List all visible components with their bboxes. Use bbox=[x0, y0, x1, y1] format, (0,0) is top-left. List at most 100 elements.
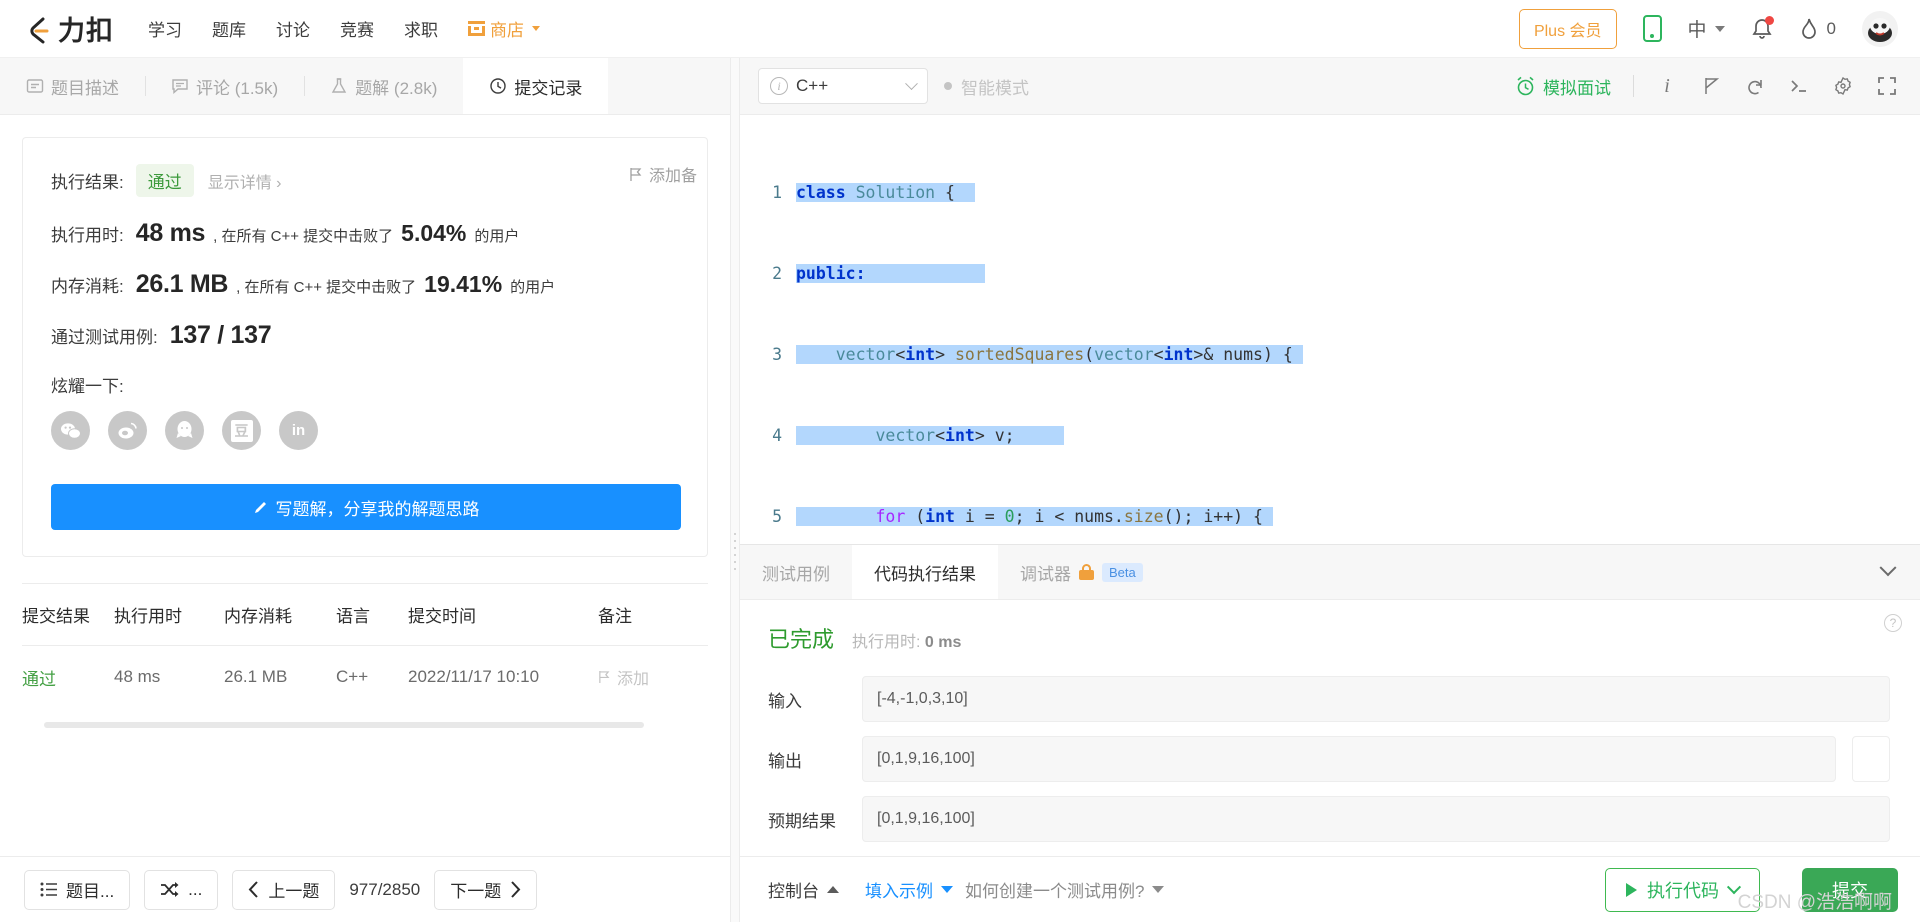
console-tab-testcase[interactable]: 测试用例 bbox=[740, 545, 852, 599]
line-number: 2 bbox=[772, 264, 782, 283]
nav-item-problems[interactable]: 题库 bbox=[212, 16, 246, 41]
tab-description[interactable]: 题目描述 bbox=[0, 58, 145, 114]
memory-tail-text: 的用户 bbox=[510, 279, 556, 296]
code-token: ( bbox=[1084, 345, 1095, 364]
tab-submissions-label: 提交记录 bbox=[514, 78, 583, 98]
code-line: 5 for (int i = 0; i < nums.size(); i++) … bbox=[740, 503, 1920, 530]
cell-add-note[interactable]: 添加 bbox=[598, 665, 708, 689]
console-tab-result[interactable]: 代码执行结果 bbox=[852, 545, 998, 599]
console-collapse-button[interactable] bbox=[1879, 545, 1920, 599]
alarm-clock-icon bbox=[1517, 76, 1534, 96]
line-number: 3 bbox=[772, 345, 782, 364]
splitter-grip bbox=[734, 533, 736, 571]
logo[interactable]: 力扣 bbox=[24, 9, 114, 48]
code-token: < bbox=[935, 426, 946, 445]
header-actions: Plus 会员 中 0 bbox=[1518, 8, 1898, 49]
linkedin-share-icon[interactable]: in bbox=[279, 411, 318, 450]
table-row[interactable]: 通过 48 ms 26.1 MB C++ 2022/11/17 10:10 添加 bbox=[22, 646, 708, 708]
cell-memory: 26.1 MB bbox=[224, 667, 288, 686]
console-tab-debugger[interactable]: 调试器 Beta bbox=[998, 545, 1165, 599]
chevron-down-icon bbox=[1152, 886, 1165, 893]
console-toggle[interactable]: 控制台 bbox=[768, 877, 839, 902]
share-icon-row: 豆 in bbox=[51, 411, 681, 450]
problem-list-button[interactable]: 题目... bbox=[24, 869, 131, 910]
tab-solutions[interactable]: 题解 (2.8k) bbox=[304, 58, 463, 114]
runtime-tail-text: 的用户 bbox=[474, 228, 520, 245]
pencil-icon bbox=[254, 501, 266, 513]
status-badge: 通过 bbox=[135, 164, 194, 197]
flask-icon bbox=[330, 77, 348, 95]
clock-icon bbox=[489, 77, 507, 95]
io-value-input[interactable]: [-4,-1,0,3,10] bbox=[862, 676, 1890, 722]
cell-runtime: 48 ms bbox=[114, 667, 161, 686]
qq-share-icon[interactable] bbox=[165, 411, 204, 450]
info-italic-icon[interactable]: i bbox=[1656, 75, 1678, 97]
code-editor[interactable]: 1 class Solution { 2 public: 3 vector<int>… bbox=[740, 115, 1920, 544]
code-line: 4 vector<int> v; bbox=[740, 422, 1920, 449]
language-switcher[interactable]: 中 bbox=[1688, 15, 1725, 42]
nav-item-shop[interactable]: 商店 bbox=[468, 16, 540, 41]
chevron-down-icon bbox=[941, 886, 953, 893]
write-solution-button[interactable]: 写题解，分享我的解题思路 bbox=[51, 484, 681, 530]
site-header: 力扣 学习 题库 讨论 竞赛 求职 商店 Plus 会员 中 0 bbox=[0, 0, 1920, 58]
nav-item-jobs[interactable]: 求职 bbox=[404, 16, 438, 41]
console-tab-result-label: 代码执行结果 bbox=[874, 564, 976, 584]
tab-comments-label: 评论 (1.5k) bbox=[196, 78, 279, 98]
chevron-up-icon bbox=[827, 886, 839, 893]
column-header-language: 语言 bbox=[336, 607, 370, 626]
submit-button[interactable]: 提交 bbox=[1802, 867, 1898, 912]
code-token: 0 bbox=[1004, 507, 1015, 526]
prev-problem-button[interactable]: 上一题 bbox=[232, 869, 336, 910]
tab-comments[interactable]: 评论 (1.5k) bbox=[145, 58, 304, 114]
smart-mode-label: 智能模式 bbox=[961, 78, 1029, 98]
undo-icon[interactable] bbox=[1744, 75, 1766, 97]
help-icon[interactable]: ? bbox=[1884, 614, 1902, 632]
mock-interview-label: 模拟面试 bbox=[1543, 78, 1611, 98]
streak-count: 0 bbox=[1826, 18, 1836, 38]
smart-mode-toggle[interactable]: 智能模式 bbox=[944, 74, 1029, 99]
notifications-button[interactable] bbox=[1751, 15, 1774, 41]
execution-runtime: 执行用时: 0 ms bbox=[852, 628, 961, 652]
code-line: 1 class Solution { bbox=[740, 179, 1920, 206]
mobile-app-icon[interactable] bbox=[1642, 15, 1662, 42]
next-problem-button[interactable]: 下一题 bbox=[434, 869, 538, 910]
how-to-create-testcase-link[interactable]: 如何创建一个测试用例? bbox=[965, 877, 1165, 902]
cell-result[interactable]: 通过 bbox=[22, 665, 114, 690]
nav-item-discuss[interactable]: 讨论 bbox=[276, 16, 310, 41]
add-note-button[interactable]: 添加备 bbox=[629, 162, 721, 186]
io-value-expected: [0,1,9,16,100] bbox=[862, 796, 1890, 842]
run-code-button[interactable]: 执行代码 bbox=[1605, 867, 1760, 912]
douban-share-icon[interactable]: 豆 bbox=[222, 411, 261, 450]
mock-interview-button[interactable]: 模拟面试 bbox=[1516, 74, 1611, 99]
nav-item-contest[interactable]: 竞赛 bbox=[340, 16, 374, 41]
column-header-time: 提交时间 bbox=[408, 607, 476, 626]
terminal-icon[interactable] bbox=[1788, 75, 1810, 97]
flag-icon[interactable] bbox=[1700, 75, 1722, 97]
gear-icon[interactable] bbox=[1832, 75, 1854, 97]
horizontal-scrollbar[interactable] bbox=[44, 722, 644, 728]
wechat-share-icon[interactable] bbox=[51, 411, 90, 450]
language-select[interactable]: i C++ bbox=[758, 68, 928, 104]
line-number: 4 bbox=[772, 426, 782, 445]
random-problem-button[interactable]: ... bbox=[144, 869, 219, 910]
code-token: >& nums) { bbox=[1193, 345, 1293, 364]
add-note-label: 添加备 bbox=[649, 168, 698, 185]
fullscreen-icon[interactable] bbox=[1876, 75, 1898, 97]
problem-tabs: 题目描述 评论 (1.5k) 题解 (2.8k) 提交记录 bbox=[0, 58, 730, 115]
submissions-table-header: 提交结果 执行用时 内存消耗 语言 提交时间 备注 bbox=[22, 584, 708, 646]
weibo-share-icon[interactable] bbox=[108, 411, 147, 450]
panel-splitter[interactable] bbox=[730, 58, 740, 922]
code-token: > v; bbox=[974, 426, 1015, 445]
io-label-output: 输出 bbox=[768, 751, 802, 771]
show-detail-link[interactable]: 显示详情 › bbox=[208, 169, 282, 193]
nav-item-study[interactable]: 学习 bbox=[148, 16, 182, 41]
io-row-output: 输出 [0,1,9,16,100] bbox=[768, 736, 1890, 782]
streak-counter[interactable]: 0 bbox=[1799, 17, 1836, 41]
plus-membership-button[interactable]: Plus 会员 bbox=[1518, 8, 1617, 49]
tab-submissions[interactable]: 提交记录 bbox=[463, 58, 609, 114]
fill-example-button[interactable]: 填入示例 bbox=[865, 877, 953, 902]
how-to-label: 如何创建一个测试用例? bbox=[965, 882, 1145, 901]
avatar[interactable] bbox=[1862, 10, 1898, 47]
code-token: vector bbox=[875, 426, 936, 445]
